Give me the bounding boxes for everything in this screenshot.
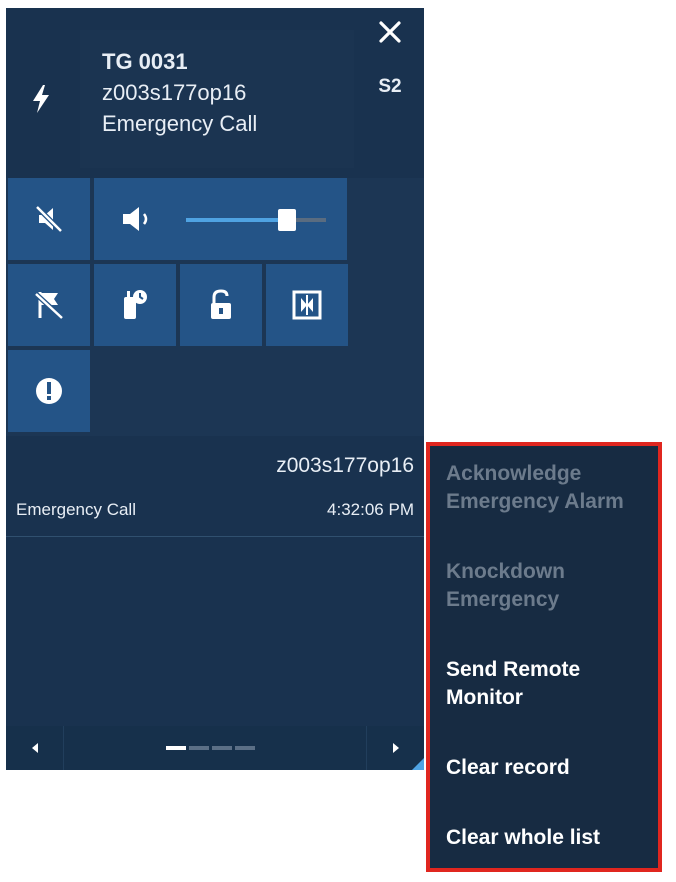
page-dot[interactable] (212, 746, 232, 750)
menu-item-clear-record[interactable]: Clear record (446, 754, 652, 782)
call-record-list: z003s177op16 Emergency Call 4:32:06 PM (6, 436, 424, 726)
call-header: TG 0031 z003s177op16 Emergency Call S2 (6, 8, 424, 178)
header-right: S2 (356, 8, 424, 168)
remote-monitor-icon (124, 290, 147, 319)
talkgroup-label: TG 0031 (102, 49, 188, 74)
lightning-icon (33, 85, 49, 113)
menu-item-acknowledge-emergency-alarm[interactable]: Acknowledge Emergency Alarm (446, 460, 652, 516)
call-panel: TG 0031 z003s177op16 Emergency Call S2 z… (6, 8, 424, 770)
emergency-alert-button[interactable] (8, 350, 90, 432)
call-type-label: Emergency Call (102, 111, 258, 136)
record-time: 4:32:06 PM (327, 500, 414, 519)
resize-corner (412, 758, 424, 770)
pager (6, 726, 424, 770)
flag-off-icon (34, 292, 64, 320)
page-dot[interactable] (235, 746, 255, 750)
chevron-right-icon (392, 743, 399, 753)
page-dot[interactable] (166, 746, 186, 750)
context-menu: Acknowledge Emergency Alarm Knockdown Em… (426, 442, 662, 872)
speaker-muted-icon (35, 205, 63, 233)
menu-item-send-remote-monitor[interactable]: Send Remote Monitor (446, 656, 652, 712)
record-type: Emergency Call (16, 500, 136, 519)
record-unit-id: z003s177op16 (276, 454, 414, 477)
call-info: TG 0031 z003s177op16 Emergency Call (80, 30, 354, 168)
control-grid (6, 178, 424, 436)
remote-monitor-button[interactable] (94, 264, 176, 346)
page-dot[interactable] (189, 746, 209, 750)
menu-item-clear-whole-list[interactable]: Clear whole list (446, 824, 652, 852)
chevron-left-icon (31, 743, 38, 753)
call-type-indicator (6, 30, 76, 168)
site-label: S2 (378, 76, 402, 97)
volume-slider-fill (186, 218, 287, 222)
unlock-button[interactable] (180, 264, 262, 346)
alert-icon (36, 378, 62, 404)
speaker-icon (123, 207, 148, 231)
volume-slider-thumb[interactable] (277, 209, 296, 231)
record-divider (6, 536, 424, 537)
flag-off-button[interactable] (8, 264, 90, 346)
menu-item-knockdown-emergency[interactable]: Knockdown Emergency (446, 558, 652, 614)
previous-page-button[interactable] (6, 726, 64, 770)
mute-button[interactable] (8, 178, 90, 260)
unit-id-label: z003s177op16 (102, 80, 247, 105)
patch-button[interactable] (266, 264, 348, 346)
page-indicator (166, 746, 255, 750)
close-icon[interactable] (376, 18, 404, 46)
volume-control[interactable] (94, 178, 347, 260)
unlock-icon (211, 289, 231, 319)
patch-icon (292, 290, 322, 320)
